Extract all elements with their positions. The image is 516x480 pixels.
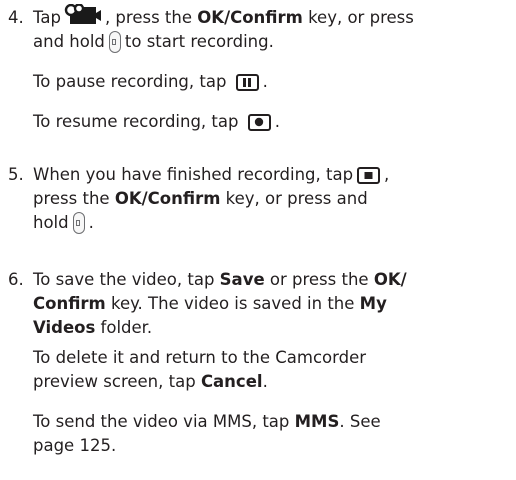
side-key-icon	[108, 31, 121, 53]
record-icon	[247, 113, 271, 131]
step-5: 5. When you have finished recording, tap…	[8, 165, 390, 234]
side-key-icon	[72, 212, 85, 234]
pause-instruction: To pause recording, tap .	[33, 72, 268, 91]
pause-icon	[235, 74, 259, 91]
step-number: 5.	[8, 165, 24, 184]
resume-instruction: To resume recording, tap .	[33, 112, 280, 131]
step-number: 4.	[8, 8, 24, 27]
step-4: 4. Tap , press the OK/Confirm key, or pr…	[0, 2, 510, 54]
step-6: 6. To save the video, tap Save or press …	[8, 270, 407, 337]
manual-page: 4. Tap , press the OK/Confirm key, or pr…	[0, 0, 516, 480]
video-camera-icon	[64, 2, 102, 33]
stop-icon	[357, 166, 381, 184]
step-number: 6.	[8, 270, 24, 289]
mms-instruction: To send the video via MMS, tap MMS. See …	[33, 412, 381, 455]
delete-instruction: To delete it and return to the Camcorder…	[33, 348, 367, 391]
